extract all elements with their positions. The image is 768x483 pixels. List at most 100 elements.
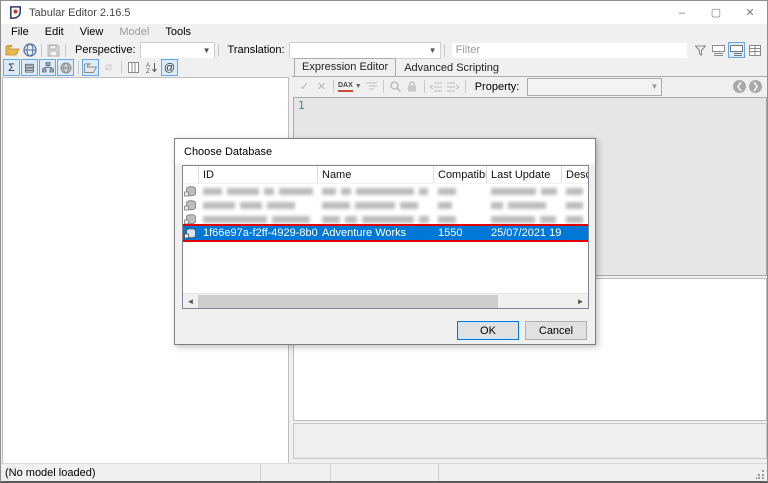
- toolbar-separator: [78, 61, 79, 74]
- tab-expression-editor[interactable]: Expression Editor: [294, 58, 396, 76]
- database-icon: [183, 212, 199, 226]
- svg-text:Z: Z: [146, 69, 150, 73]
- save-icon: [45, 42, 62, 58]
- format-expression-icon: [363, 79, 380, 95]
- column-header-icon[interactable]: [183, 166, 199, 183]
- chevron-down-icon[interactable]: ▼: [355, 83, 362, 90]
- sort-alphabetical-icon[interactable]: AZ: [143, 59, 160, 76]
- chevron-down-icon: ▼: [429, 46, 437, 55]
- status-segment: [261, 464, 331, 481]
- table-view-icon[interactable]: [746, 42, 763, 58]
- model-toolbar: Σ ▤ ⧄ AZ @: [1, 58, 291, 77]
- display-folders-icon[interactable]: [82, 59, 99, 76]
- menu-view[interactable]: View: [72, 24, 112, 41]
- database-icon: [183, 184, 199, 198]
- status-text: (No model loaded): [5, 467, 96, 479]
- app-logo-icon: [8, 5, 23, 20]
- editor-tabs: Expression Editor Advanced Scripting: [294, 58, 507, 76]
- scroll-left-icon[interactable]: ◄: [183, 294, 198, 309]
- toolbar-separator: [218, 44, 219, 57]
- column-header-name[interactable]: Name: [318, 166, 434, 183]
- translation-label: Translation:: [228, 44, 285, 56]
- table-row-redacted[interactable]: [183, 198, 588, 212]
- database-compatibility-cell: 1550: [434, 226, 487, 240]
- property-select: ▼: [527, 78, 662, 96]
- table-row-selected[interactable]: 1f66e97a-f2ff-4929-8b0a-e5c6... Adventur…: [183, 226, 588, 240]
- table-row-redacted[interactable]: [183, 212, 588, 226]
- menu-model: Model: [111, 24, 157, 41]
- accept-check-icon: ✓: [296, 79, 313, 95]
- chevron-down-icon: ▼: [203, 46, 211, 55]
- horizontal-scrollbar[interactable]: ◄ ►: [183, 293, 588, 308]
- menu-tools[interactable]: Tools: [157, 24, 199, 41]
- choose-database-dialog: Choose Database ID Name Compatibility La…: [174, 138, 596, 345]
- filter-input[interactable]: [452, 43, 687, 57]
- dax-formatter-icon[interactable]: DAX ▼: [338, 82, 362, 92]
- toolbar-separator: [65, 44, 66, 57]
- translation-select[interactable]: ▼: [289, 42, 441, 59]
- main-toolbar: Perspective: ▼ Translation: ▼: [1, 41, 767, 59]
- chevron-down-icon: ▼: [650, 82, 658, 91]
- database-list[interactable]: ID Name Compatibility Last Update Descri…: [182, 165, 589, 309]
- database-icon: [183, 198, 199, 212]
- perspective-select[interactable]: ▼: [140, 42, 215, 59]
- column-header-id[interactable]: ID: [199, 166, 318, 183]
- toolbar-separator: [383, 80, 384, 93]
- hierarchy-icon[interactable]: [39, 59, 56, 76]
- filter-input-wrap: [452, 43, 687, 58]
- menu-edit[interactable]: Edit: [37, 24, 72, 41]
- database-last-update-cell: 25/07/2021 19:22: [487, 226, 562, 240]
- status-bar: (No model loaded): [1, 463, 767, 481]
- outdent-icon: [428, 79, 445, 95]
- cancel-x-icon: ✕: [313, 79, 330, 95]
- toolbar-separator: [465, 80, 466, 93]
- column-header-last-update[interactable]: Last Update: [487, 166, 562, 183]
- toolbar-separator: [121, 61, 122, 74]
- ok-button[interactable]: OK: [457, 321, 519, 340]
- filter-at-icon[interactable]: @: [161, 59, 178, 76]
- scroll-right-icon[interactable]: ►: [573, 294, 588, 309]
- property-label: Property:: [475, 81, 520, 93]
- database-name-cell: Adventure Works: [318, 226, 434, 240]
- sigma-measures-icon[interactable]: Σ: [3, 59, 20, 76]
- column-header-compatibility[interactable]: Compatibility: [434, 166, 487, 183]
- open-folder-icon[interactable]: [4, 42, 21, 58]
- scrollbar-thumb[interactable]: [198, 295, 498, 308]
- flat-view-icon[interactable]: [710, 42, 727, 58]
- toolbar-separator: [424, 80, 425, 93]
- line-number: 1: [294, 98, 766, 112]
- menu-file[interactable]: File: [3, 24, 37, 41]
- message-panel: [293, 423, 767, 459]
- indent-icon: [445, 79, 462, 95]
- database-id-cell: 1f66e97a-f2ff-4929-8b0a-e5c6...: [199, 226, 318, 240]
- status-segment: [331, 464, 439, 481]
- columns-objects-icon[interactable]: ▤: [21, 59, 38, 76]
- find-icon: [387, 79, 404, 95]
- replace-lock-icon: [404, 79, 421, 95]
- resize-grip-icon[interactable]: [756, 470, 765, 479]
- title-bar: Tabular Editor 2.16.5 – ▢ ✕: [1, 1, 767, 24]
- toolbar-separator: [444, 44, 445, 57]
- hidden-objects-icon: ⧄: [100, 59, 117, 76]
- globe-icon[interactable]: [21, 42, 38, 58]
- metadata-columns-icon[interactable]: [125, 59, 142, 76]
- cancel-button[interactable]: Cancel: [525, 321, 587, 340]
- toolbar-separator: [41, 44, 42, 57]
- maximize-button[interactable]: ▢: [699, 1, 733, 24]
- expression-toolbar: ✓ ✕ DAX ▼ Property: ▼ ❮ ❯: [292, 76, 768, 96]
- database-icon: [183, 226, 199, 240]
- partitions-globe-icon[interactable]: [57, 59, 74, 76]
- dialog-title: Choose Database: [184, 146, 272, 158]
- close-button[interactable]: ✕: [733, 1, 767, 24]
- dialog-title-bar: Choose Database: [175, 139, 595, 164]
- status-segment: [439, 464, 767, 481]
- filter-funnel-icon[interactable]: [692, 42, 709, 58]
- app-window: Tabular Editor 2.16.5 – ▢ ✕ File Edit Vi…: [0, 0, 768, 483]
- navigate-forward-icon: ❯: [749, 80, 762, 93]
- column-header-description[interactable]: Description: [562, 166, 588, 183]
- grouped-view-icon[interactable]: [728, 42, 745, 58]
- tab-advanced-scripting[interactable]: Advanced Scripting: [397, 60, 506, 76]
- table-row-redacted[interactable]: [183, 184, 588, 198]
- database-description-cell: [562, 226, 588, 240]
- minimize-button[interactable]: –: [665, 1, 699, 24]
